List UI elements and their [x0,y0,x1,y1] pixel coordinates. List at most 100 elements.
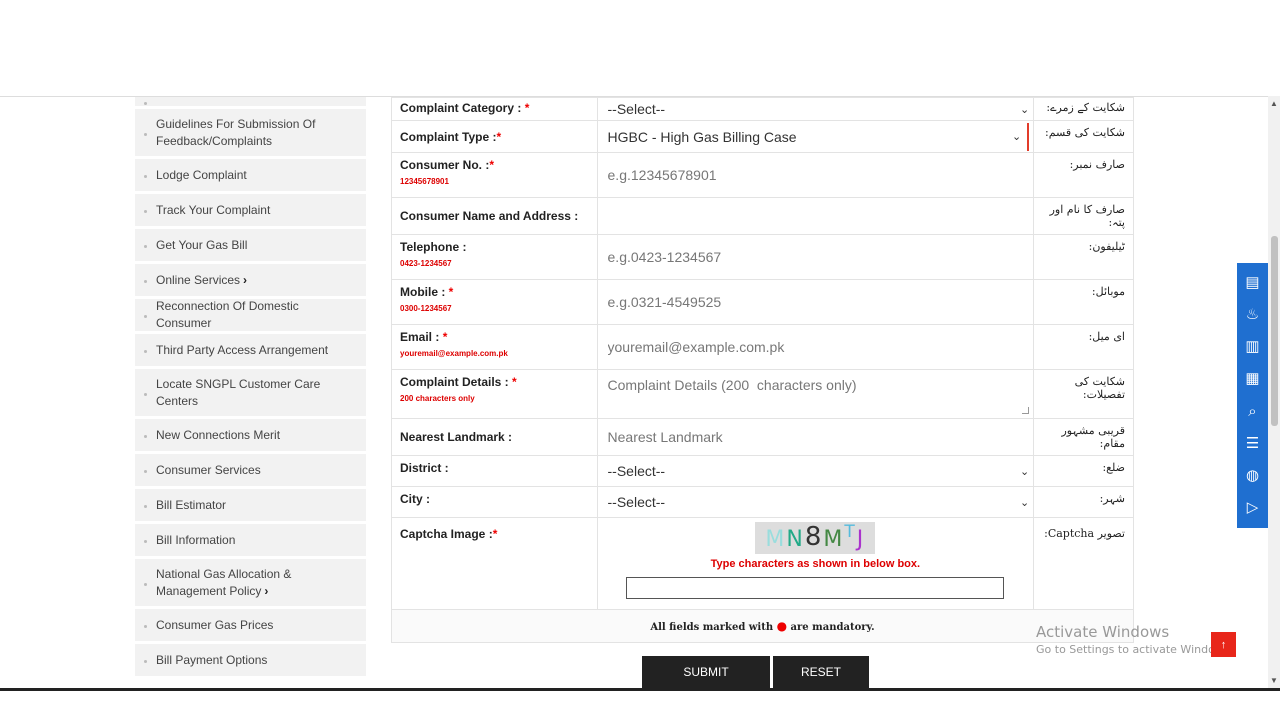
bottom-divider [0,688,1280,691]
field-label: City : [391,486,598,518]
sidebar-item-label: Consumer Gas Prices [156,617,274,632]
chevron-right-icon: › [243,273,248,287]
sidebar-item-label: Track Your Complaint [156,202,271,217]
sidebar-item-lodge-complaint[interactable]: Lodge Complaint [135,159,366,191]
field-hint: 12345678901 [400,177,449,186]
bill-icon[interactable]: ▤ [1244,274,1262,292]
sidebar-item-locate-centers[interactable]: Locate SNGPL Customer Care Centers [135,369,366,416]
urdu-label: شکایت کی قسم: [1033,120,1134,153]
sidebar-item-gas-allocation[interactable]: National Gas Allocation & Management Pol… [135,559,366,606]
captcha-image: MN8MTJ [755,522,876,554]
page-viewport: Guidelines For Submission Of Feedback/Co… [0,96,1268,688]
field-label: Consumer No. :* 12345678901 [391,152,598,198]
chevron-down-icon: ⌄ [1019,465,1030,478]
chevron-down-icon: ⌄ [1019,496,1030,509]
city-select[interactable]: --Select-- ⌄ [596,486,1035,518]
field-hint: 0423-1234567 [400,259,452,268]
submit-button[interactable]: SUBMIT [642,656,770,688]
field-label: Complaint Details : * 200 characters only [391,369,598,419]
sidebar-item-label: Get Your Gas Bill [156,237,248,252]
sidebar-item-label: Locate SNGPL Customer Care Centers [156,376,321,408]
captcha-instruction: Type characters as shown in below box. [710,558,921,570]
complaint-category-select[interactable]: --Select-- ⌄ [596,97,1035,121]
urdu-label: ضلع: [1033,455,1134,487]
urdu-label: شہر: [1033,486,1134,518]
field-hint: 200 characters only [400,394,475,403]
mobile-input[interactable] [607,294,1030,310]
field-label: Mobile : * 0300-1234567 [391,279,598,325]
urdu-label: شکایت کے زمرے: [1033,97,1134,121]
field-label: Nearest Landmark : [391,418,598,456]
scroll-to-top-button[interactable]: ↑ [1211,632,1236,657]
sidebar-item-guidelines[interactable]: Guidelines For Submission Of Feedback/Co… [135,109,366,156]
urdu-label: ای میل: [1033,324,1134,370]
sidebar-item-third-party[interactable]: Third Party Access Arrangement [135,334,366,366]
sidebar-item-gas-bill[interactable]: Get Your Gas Bill [135,229,366,261]
chevron-down-icon: ⌄ [1011,131,1022,143]
sidebar-item-gas-prices[interactable]: Consumer Gas Prices [135,609,366,641]
sidebar-item-label: National Gas Allocation & Management Pol… [156,566,292,598]
field-label: Email : * youremail@example.com.pk [391,324,598,370]
landmark-input[interactable] [607,429,1030,445]
sidebar-item-label: Lodge Complaint [156,167,247,182]
field-label: District : [391,455,598,487]
field-hint: 0300-1234567 [400,304,452,313]
urdu-label: موبائل: [1033,279,1134,325]
field-hint: youremail@example.com.pk [400,349,508,358]
sidebar-item-payment-options[interactable]: Bill Payment Options [135,644,366,676]
sidebar-item-label: Bill Information [156,532,236,547]
complaint-form: Complaint Category : * --Select-- ⌄ شکایت… [391,97,1134,643]
urdu-label: ٹیلیفون: [1033,234,1134,280]
sidebar-item-bill-information[interactable]: Bill Information [135,524,366,556]
complaint-details-textarea[interactable] [607,377,1030,393]
gas-flame-icon[interactable]: ♨ [1244,306,1262,324]
captcha-input[interactable] [626,577,1005,599]
sidebar-item-label: Third Party Access Arrangement [156,342,329,357]
sidebar-item-label: Bill Estimator [156,497,227,512]
sidebar-item-label: Bill Payment Options [156,652,268,667]
search-doc-icon[interactable]: ⌕ [1244,403,1262,421]
sidebar-item-label: Online Services [156,272,241,287]
sidebar-menu: Guidelines For Submission Of Feedback/Co… [135,97,366,679]
send-icon[interactable]: ▷ [1244,499,1262,517]
sidebar-item-new-connections[interactable]: New Connections Merit [135,419,366,451]
telephone-input[interactable] [607,249,1030,265]
sidebar-item-reconnection[interactable]: Reconnection Of Domestic Consumer [135,299,366,331]
chevron-right-icon: › [264,583,269,598]
sidebar-item-label: New Connections Merit [156,427,281,442]
scroll-up-icon[interactable]: ▲ [1270,99,1278,108]
urdu-label: شکایت کی تفصیلات: [1033,369,1134,419]
globe-icon[interactable]: ◍ [1244,467,1262,485]
email-input[interactable] [607,339,1030,355]
sidebar-item-partial[interactable] [135,97,366,106]
field-label: Consumer Name and Address : [391,197,598,235]
scroll-down-icon[interactable]: ▼ [1270,676,1278,685]
consumer-name-display [596,197,1035,235]
sidebar-item-consumer-services[interactable]: Consumer Services [135,454,366,486]
field-label: Complaint Category : * [391,97,598,121]
urdu-label: صارف نمبر: [1033,152,1134,198]
urdu-label: صارف کا نام اور پتہ: [1033,197,1134,235]
sidebar-item-label: Guidelines For Submission Of Feedback/Co… [156,116,316,148]
floating-quick-links: ▤ ♨ ▥ ▦ ⌕ ☰ ◍ ▷ [1237,263,1268,528]
arrow-up-icon: ↑ [1220,638,1227,651]
sidebar-item-label: Consumer Services [156,462,261,477]
field-label: Telephone :0423-1234567 [391,234,598,280]
chevron-down-icon: ⌄ [1019,103,1030,116]
sidebar-item-track-complaint[interactable]: Track Your Complaint [135,194,366,226]
complaint-type-select[interactable]: HGBC - High Gas Billing Case ⌄ [596,120,1035,153]
sidebar-item-online-services[interactable]: Online Services › [135,264,366,296]
activate-windows-watermark: Activate Windows Go to Settings to activ… [1036,623,1234,656]
reset-button[interactable]: RESET [773,656,869,688]
resize-handle-icon[interactable] [1022,407,1030,414]
district-select[interactable]: --Select-- ⌄ [596,455,1035,487]
required-dot-icon: ● [776,619,788,633]
calculator-icon[interactable]: ▦ [1244,370,1262,388]
list-icon[interactable]: ☰ [1244,435,1262,453]
urdu-label: تصویر Captcha: [1033,517,1134,610]
sidebar-item-label: Reconnection Of Domestic Consumer [156,299,299,330]
scrollbar-thumb[interactable] [1271,236,1278,426]
consumer-no-input[interactable] [607,167,1030,183]
sidebar-item-bill-estimator[interactable]: Bill Estimator [135,489,366,521]
document-icon[interactable]: ▥ [1244,338,1262,356]
